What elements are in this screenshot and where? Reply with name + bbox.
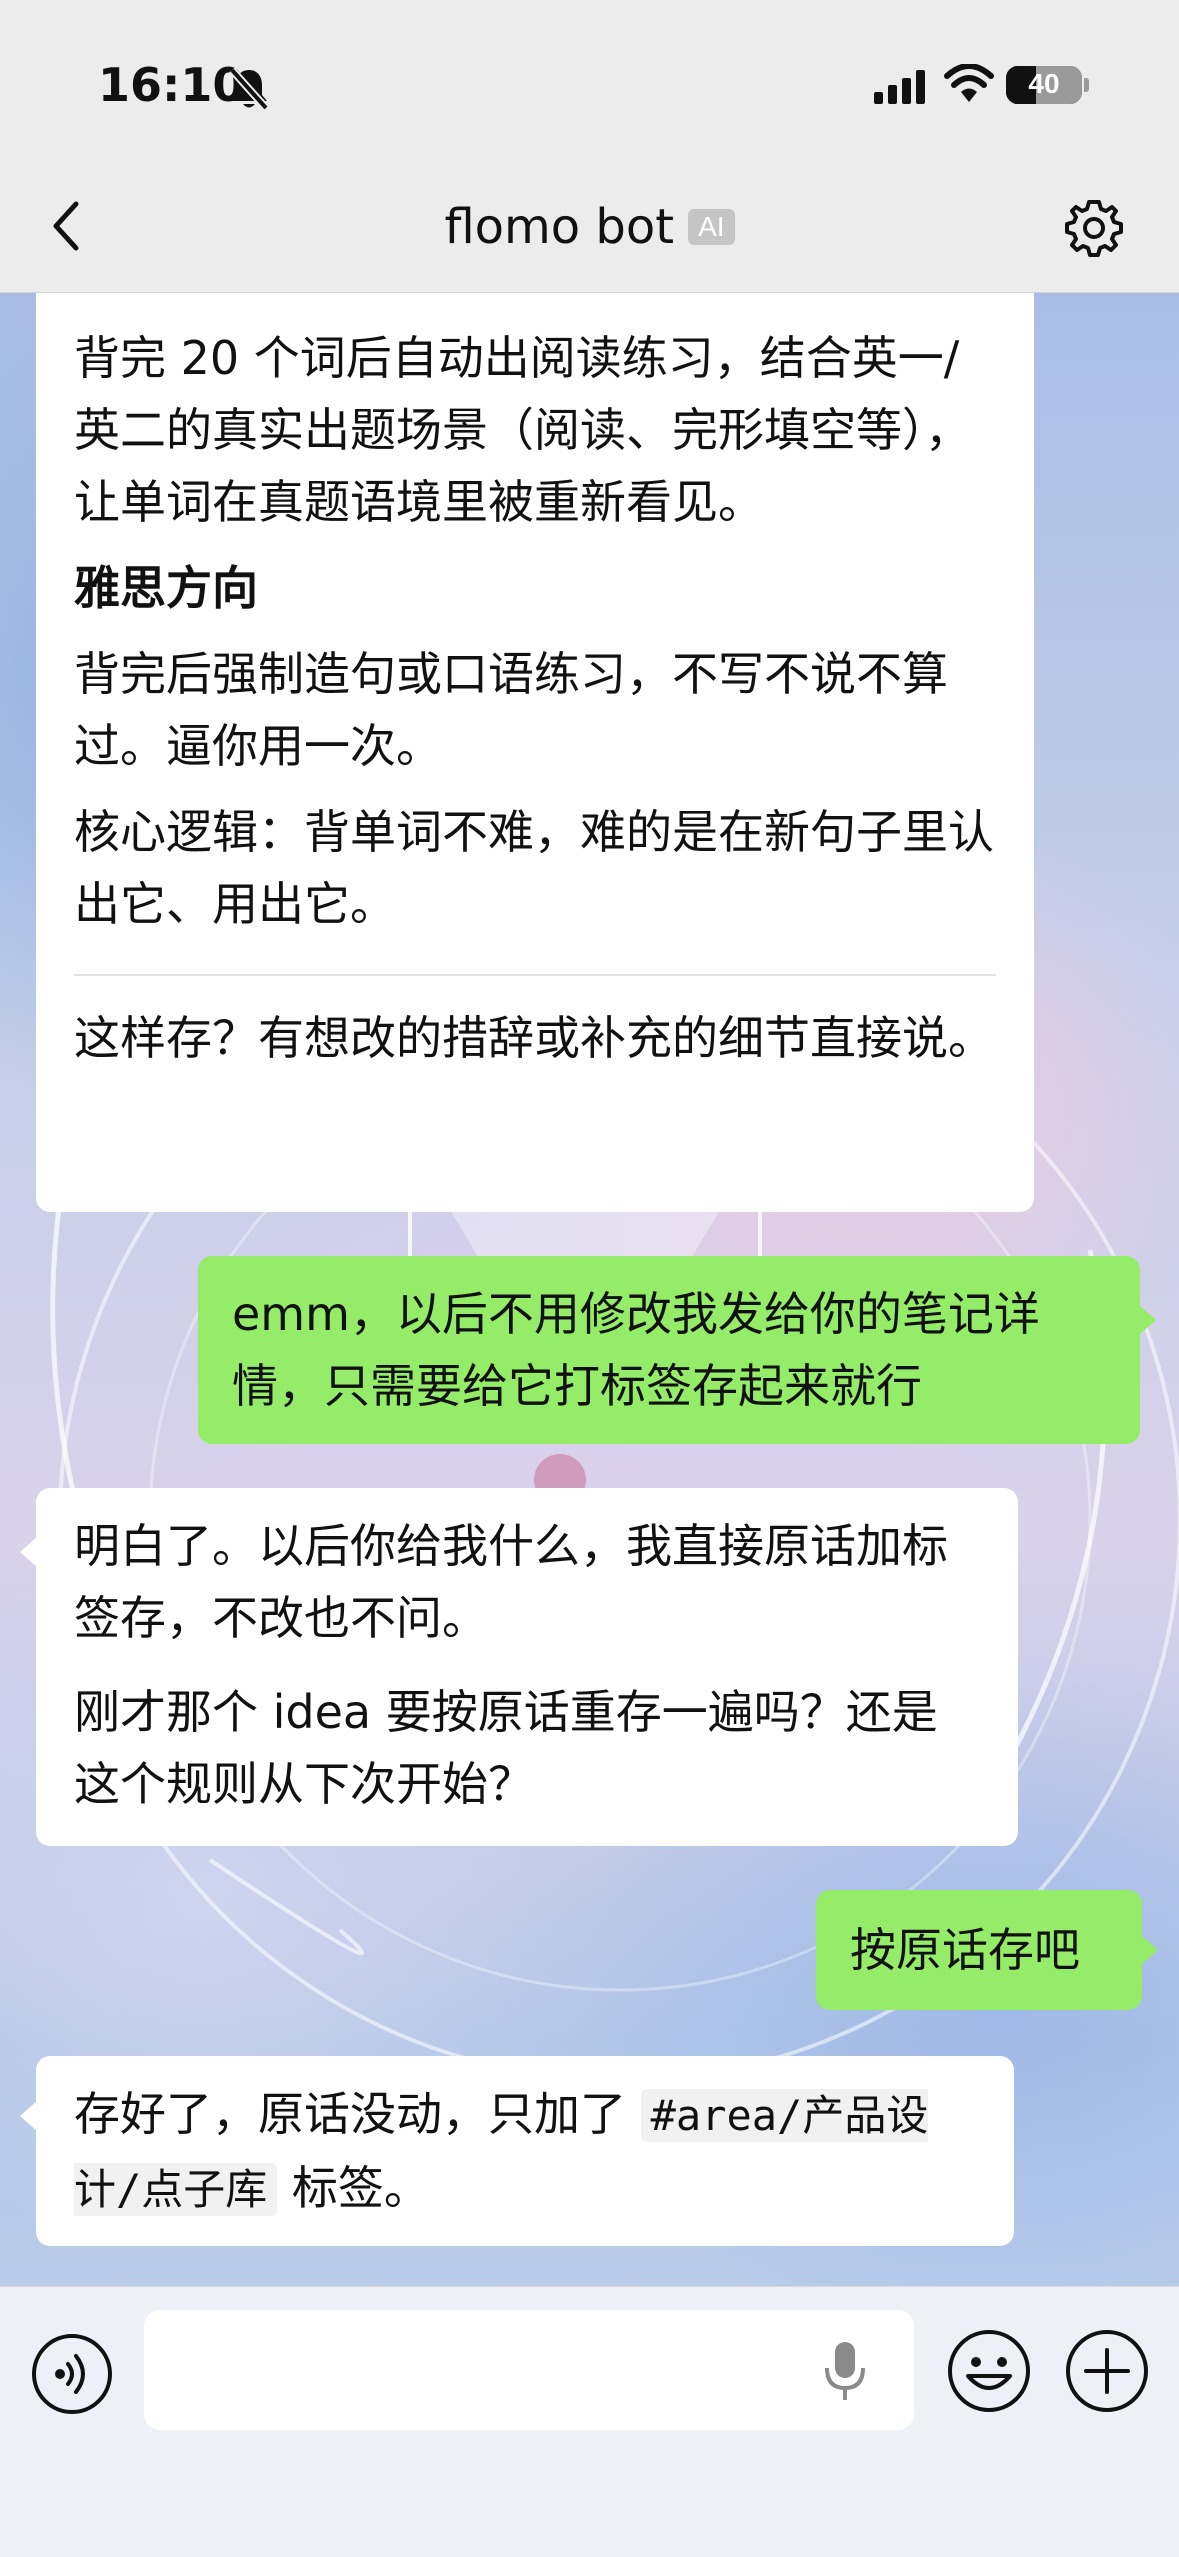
bot-message: 存好了，原话没动，只加了 #area/产品设计/点子库 标签。 (20, 2056, 1014, 2246)
message-paragraph: 明白了。以后你给我什么，我直接原话加标签存，不改也不问。 (74, 1519, 948, 1645)
voice-icon[interactable] (30, 2332, 114, 2416)
mic-icon[interactable] (822, 2340, 868, 2402)
message-text: emm，以后不用修改我发给你的笔记详情，只需要给它打标签存起来就行 (232, 1287, 1040, 1413)
battery-indicator: 40 (1006, 66, 1082, 104)
wifi-icon (944, 64, 994, 102)
message-paragraph: 存好了，原话没动，只加了 #area/产品设计/点子库 标签。 (74, 2078, 976, 2226)
emoji-icon[interactable] (946, 2328, 1032, 2414)
message-text: 按原话存吧 (850, 1923, 1080, 1977)
divider (74, 974, 996, 976)
chat-title: flomo bot AI (0, 196, 1179, 255)
message-paragraph: 核心逻辑：背单词不难，难的是在新句子里认出它、用出它。 (74, 805, 994, 931)
message-paragraph: 这样存？有想改的措辞或补充的细节直接说。 (74, 1011, 994, 1065)
ai-badge: AI (688, 209, 735, 245)
user-message: emm，以后不用修改我发给你的笔记详情，只需要给它打标签存起来就行 (198, 1256, 1156, 1444)
message-paragraph: 刚才那个 idea 要按原话重存一遍吗？还是这个规则从下次开始？ (74, 1685, 938, 1811)
gear-icon[interactable] (1064, 198, 1124, 258)
status-time: 16:10 (98, 58, 245, 112)
message-heading: 雅思方向 (74, 561, 258, 615)
bot-message: 背完 20 个词后自动出阅读练习，结合英一/英二的真实出题场景（阅读、完形填空等… (36, 250, 1034, 1212)
message-text: 存好了，原话没动，只加了 (74, 2087, 641, 2141)
message-text: 标签。 (277, 2161, 430, 2215)
bot-message: 明白了。以后你给我什么，我直接原话加标签存，不改也不问。 刚才那个 idea 要… (20, 1488, 1018, 1846)
bot-name: flomo bot (444, 199, 675, 255)
signal-icon (874, 70, 925, 104)
user-message: 按原话存吧 (816, 1890, 1158, 2010)
message-input[interactable] (144, 2310, 914, 2430)
message-paragraph: 背完 20 个词后自动出阅读练习，结合英一/英二的真实出题场景（阅读、完形填空等… (74, 331, 971, 529)
message-paragraph: 背完后强制造句或口语练习，不写不说不算过。逼你用一次。 (74, 647, 948, 773)
bell-slash-icon (229, 67, 269, 111)
plus-icon[interactable] (1064, 2328, 1150, 2414)
top-bar: 16:10 40 flomo bot AI (0, 0, 1179, 293)
